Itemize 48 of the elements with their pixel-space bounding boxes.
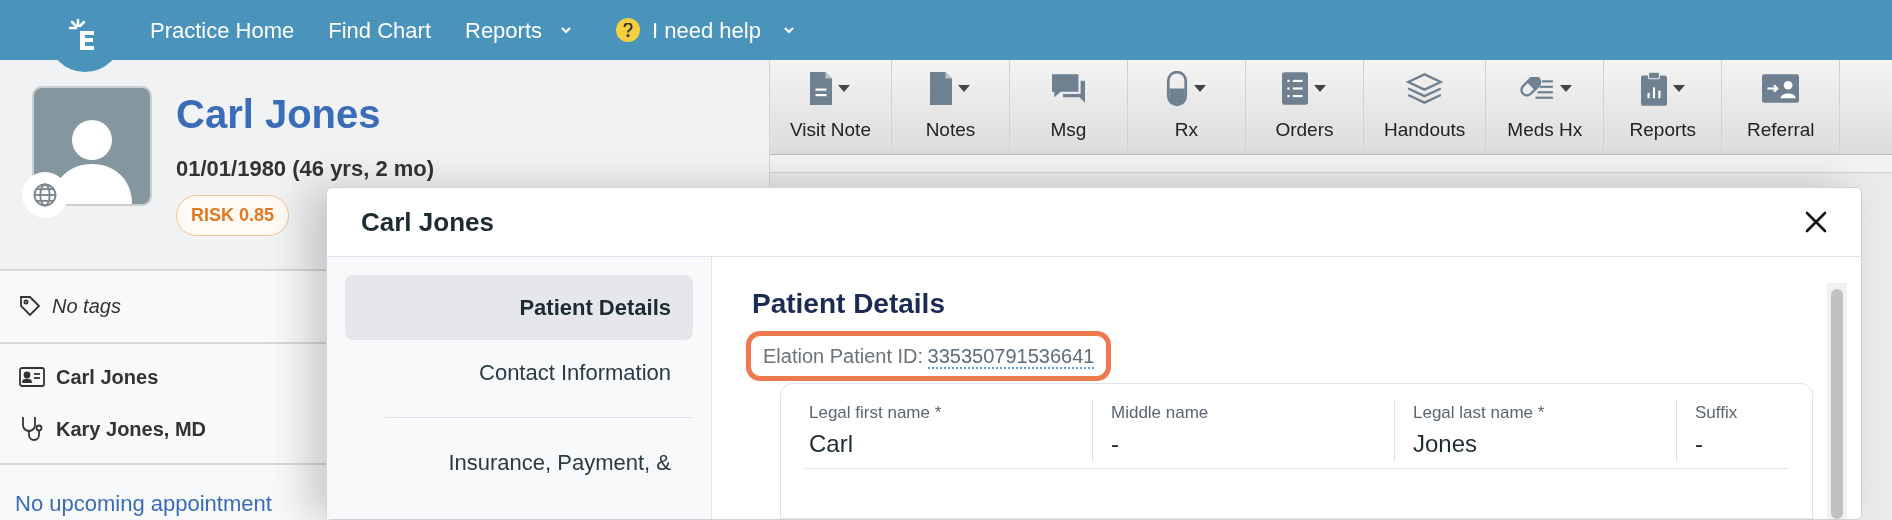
field-value: Carl: [809, 428, 854, 459]
risk-badge: RISK 0.85: [176, 195, 290, 236]
patient-name: Carl Jones: [56, 365, 159, 391]
toolbar-button[interactable]: Rx: [1127, 60, 1246, 154]
sidebar-item[interactable]: Insurance, Payment, &: [345, 430, 693, 495]
toolbar-button[interactable]: Handouts: [1363, 60, 1487, 154]
capsule-icon: [1166, 70, 1189, 107]
clipboard-chart-icon: [1640, 71, 1667, 107]
field-value: -: [1111, 428, 1120, 459]
close-icon[interactable]: [1805, 211, 1827, 233]
date-of-birth: 01/01/1980 (46 yrs, 2 mo): [176, 155, 435, 183]
chat-icon: [1051, 74, 1085, 104]
field-label: Suffix: [1695, 402, 1739, 424]
toolbar-button[interactable]: Notes: [891, 60, 1010, 154]
chevron-icon: [560, 26, 573, 34]
patient-id-value[interactable]: 335350791536641: [927, 345, 1095, 369]
toolbar-button[interactable]: Meds Hx: [1486, 60, 1605, 154]
id-card-icon: [1762, 74, 1800, 104]
scrollbar-thumb[interactable]: [1831, 289, 1843, 519]
toolbar-button[interactable]: Referral: [1722, 60, 1841, 154]
appointments-link[interactable]: No upcoming appointment: [15, 491, 272, 516]
document-icon: [930, 72, 953, 106]
dialog-title: Carl Jones: [361, 205, 494, 239]
field-label: Middle name: [1111, 402, 1210, 424]
field-label: Legal last name *: [1413, 402, 1546, 424]
chevron-icon: [782, 26, 795, 34]
toolbar-button[interactable]: Visit Note: [770, 60, 892, 154]
pill-icon: [1517, 76, 1554, 101]
toolbar-button[interactable]: Msg: [1009, 60, 1128, 154]
help-icon: [616, 18, 641, 42]
section-heading: Patient Details: [751, 287, 946, 321]
list-icon: [1282, 72, 1309, 106]
tag-icon: [18, 294, 42, 319]
sidebar-item[interactable]: Contact Information: [345, 340, 693, 405]
toolbar-button[interactable]: Reports: [1604, 60, 1723, 154]
patient-name: Carl Jones: [176, 91, 382, 138]
field-label: Legal first name *: [809, 402, 943, 424]
provider-name: Kary Jones, MD: [56, 417, 207, 443]
sidebar-item[interactable]: Patient Details: [345, 275, 693, 340]
globe-icon: [22, 172, 68, 218]
field-value: -: [1695, 428, 1704, 459]
id-card-icon: [18, 367, 46, 388]
document-icon: [810, 72, 833, 106]
stack-icon: [1406, 73, 1444, 105]
toolbar-button[interactable]: Orders: [1245, 60, 1364, 154]
patient-id-label: Elation Patient ID:: [763, 345, 924, 367]
field-value: Jones: [1413, 428, 1479, 459]
tags-text: No tags: [52, 294, 121, 320]
